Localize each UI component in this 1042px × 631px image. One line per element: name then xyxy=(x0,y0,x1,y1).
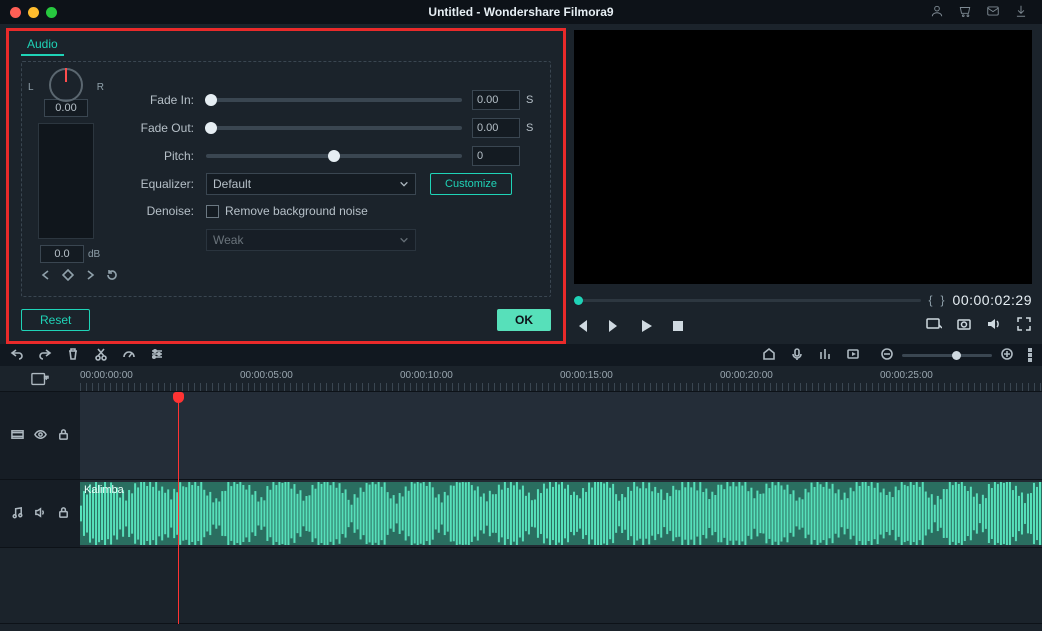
audio-form: Fade In: 0.00 S Fade Out: 0.00 S Pitch: … xyxy=(126,86,540,254)
fade-in-label: Fade In: xyxy=(126,93,194,107)
video-track-body[interactable] xyxy=(80,392,1042,479)
render-icon[interactable] xyxy=(846,347,860,364)
zoom-slider[interactable] xyxy=(902,354,992,357)
fade-in-slider[interactable] xyxy=(206,98,462,102)
timeline-ruler[interactable]: 00:00:00:00 00:00:05:00 00:00:10:00 00:0… xyxy=(80,366,1042,391)
denoise-level-select: Weak xyxy=(206,229,416,251)
audio-panel: Audio L R 0.00 0.0 dB xyxy=(6,28,566,344)
titlebar: Untitled - Wondershare Filmora9 xyxy=(0,0,1042,24)
audio-clip-label: Kalimba xyxy=(84,484,124,496)
split-icon[interactable] xyxy=(94,347,108,364)
denoise-level-value: Weak xyxy=(213,233,243,247)
fade-out-slider[interactable] xyxy=(206,126,462,130)
audio-properties-panel: L R 0.00 0.0 dB Fade In: xyxy=(21,61,551,297)
equalizer-select[interactable]: Default xyxy=(206,173,416,195)
record-voiceover-icon[interactable] xyxy=(790,347,804,364)
ruler-tick: 00:00:10:00 xyxy=(400,370,453,381)
snapshot-icon[interactable] xyxy=(956,316,972,335)
step-forward-button[interactable] xyxy=(606,318,622,334)
delete-icon[interactable] xyxy=(66,347,80,364)
speed-icon[interactable] xyxy=(122,347,136,364)
audio-mixer-icon[interactable] xyxy=(818,347,832,364)
marker-icon[interactable] xyxy=(762,347,776,364)
keyframe-next-icon[interactable] xyxy=(84,269,96,284)
preview-timecode: 00:00:02:29 xyxy=(953,292,1032,308)
visibility-icon[interactable] xyxy=(34,428,47,444)
keyframe-icons xyxy=(40,269,106,284)
video-track xyxy=(0,392,1042,480)
ruler-tick: 00:00:00:00 xyxy=(80,370,133,381)
ruler-tick: 00:00:15:00 xyxy=(560,370,613,381)
ok-button[interactable]: OK xyxy=(497,309,551,331)
fade-out-label: Fade Out: xyxy=(126,121,194,135)
prev-frame-button[interactable] xyxy=(574,318,590,334)
zoom-in-icon[interactable] xyxy=(1000,347,1014,364)
filmstrip-icon[interactable] xyxy=(11,428,24,444)
balance-left-label: L xyxy=(28,82,34,93)
reset-icon[interactable] xyxy=(106,269,118,284)
chevron-down-icon xyxy=(399,179,409,189)
timeline-ruler-row: 00:00:00:00 00:00:05:00 00:00:10:00 00:0… xyxy=(0,366,1042,392)
play-button[interactable] xyxy=(638,318,654,334)
pitch-field[interactable]: 0 xyxy=(472,146,520,166)
volume-unit-label: dB xyxy=(88,249,100,260)
preview-progress-slider[interactable] xyxy=(574,299,921,302)
pitch-slider[interactable] xyxy=(206,154,462,158)
lock-icon[interactable] xyxy=(57,506,70,522)
zoom-out-icon[interactable] xyxy=(880,347,894,364)
audio-clip[interactable]: Kalimba xyxy=(80,482,1042,545)
music-note-icon[interactable] xyxy=(11,506,24,522)
mark-out-icon[interactable]: } xyxy=(941,293,945,307)
denoise-checkbox[interactable] xyxy=(206,205,219,218)
volume-icon[interactable] xyxy=(986,316,1002,335)
audio-track: Kalimba xyxy=(0,480,1042,548)
balance-controls: L R 0.00 0.0 dB xyxy=(26,68,106,284)
mute-icon[interactable] xyxy=(34,506,47,522)
keyframe-prev-icon[interactable] xyxy=(40,269,52,284)
video-track-header xyxy=(0,392,80,479)
preview-panel: { } 00:00:02:29 xyxy=(572,24,1042,344)
adjust-icon[interactable] xyxy=(150,347,164,364)
chevron-down-icon xyxy=(399,235,409,245)
fullscreen-icon[interactable] xyxy=(1016,316,1032,335)
ruler-tick: 00:00:20:00 xyxy=(720,370,773,381)
playhead[interactable] xyxy=(178,392,179,624)
playback-quality-icon[interactable] xyxy=(926,316,942,335)
zoom-fit-icon[interactable] xyxy=(1028,348,1032,362)
fade-out-field[interactable]: 0.00 xyxy=(472,118,520,138)
volume-value-field[interactable]: 0.0 xyxy=(40,245,84,263)
fade-in-field[interactable]: 0.00 xyxy=(472,90,520,110)
mark-in-icon[interactable]: { xyxy=(929,293,933,307)
redo-icon[interactable] xyxy=(38,347,52,364)
timeline-toolbar xyxy=(0,344,1042,366)
equalizer-label: Equalizer: xyxy=(126,177,194,191)
window-title: Untitled - Wondershare Filmora9 xyxy=(0,5,1042,19)
add-media-button[interactable] xyxy=(0,372,80,386)
customize-button[interactable]: Customize xyxy=(430,173,512,195)
denoise-label: Denoise: xyxy=(126,204,194,218)
audio-tab[interactable]: Audio xyxy=(21,37,64,56)
level-meter xyxy=(38,123,94,239)
balance-dial[interactable] xyxy=(49,68,83,102)
reset-button[interactable]: Reset xyxy=(21,309,90,331)
audio-track-body[interactable]: Kalimba xyxy=(80,480,1042,547)
balance-right-label: R xyxy=(97,82,104,93)
preview-viewport xyxy=(574,30,1032,284)
undo-icon[interactable] xyxy=(10,347,24,364)
fade-out-unit: S xyxy=(526,122,540,134)
denoise-checkbox-label: Remove background noise xyxy=(225,204,368,218)
keyframe-add-icon[interactable] xyxy=(62,269,74,284)
audio-track-header xyxy=(0,480,80,547)
pitch-label: Pitch: xyxy=(126,149,194,163)
timeline: 00:00:00:00 00:00:05:00 00:00:10:00 00:0… xyxy=(0,366,1042,624)
equalizer-value: Default xyxy=(213,177,251,191)
fade-in-unit: S xyxy=(526,94,540,106)
lock-icon[interactable] xyxy=(57,428,70,444)
stop-button[interactable] xyxy=(670,318,686,334)
ruler-tick: 00:00:05:00 xyxy=(240,370,293,381)
ruler-tick: 00:00:25:00 xyxy=(880,370,933,381)
empty-track xyxy=(0,548,1042,624)
ruler-tickmarks xyxy=(80,383,1042,391)
